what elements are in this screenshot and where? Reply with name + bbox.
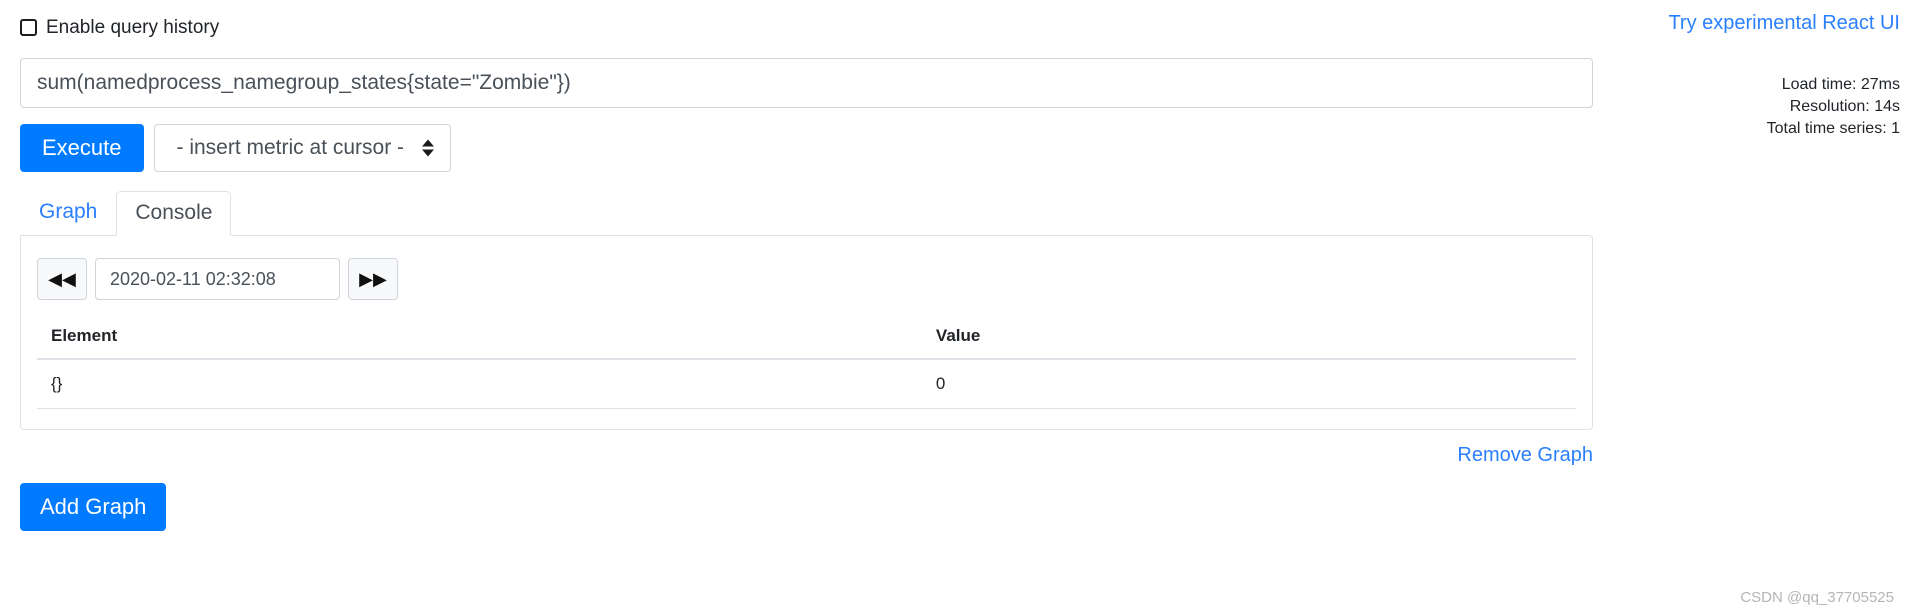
results-table-head: Element Value: [37, 326, 1576, 361]
column-header-element: Element: [37, 326, 922, 361]
results-table: Element Value {} 0: [37, 326, 1576, 410]
time-navigation: ◀◀ 2020-02-11 02:32:08 ▶▶: [37, 258, 1576, 301]
enable-query-history-toggle[interactable]: Enable query history: [20, 18, 219, 37]
remove-graph-row: Remove Graph: [20, 444, 1593, 467]
insert-metric-select[interactable]: - insert metric at cursor -: [153, 124, 452, 172]
watermark: CSDN @qq_37705525: [1740, 589, 1894, 606]
query-history-label: Enable query history: [46, 17, 220, 38]
resolution-stat: Resolution: 14s: [1789, 98, 1900, 115]
insert-metric-select-value: - insert metric at cursor -: [176, 136, 405, 159]
try-react-ui-link[interactable]: Try experimental React UI: [1668, 12, 1900, 35]
expression-input-wrapper: sum(namedprocess_namegroup_states{state=…: [20, 58, 1593, 108]
execute-row: Execute - insert metric at cursor -: [20, 124, 1900, 172]
column-header-value: Value: [921, 326, 1576, 361]
add-graph-button[interactable]: Add Graph: [20, 483, 167, 532]
prometheus-expression-browser: Enable query history Try experimental Re…: [0, 0, 1920, 614]
cell-value: 0: [921, 359, 1576, 410]
query-history-checkbox[interactable]: [20, 19, 37, 36]
tab-console[interactable]: Console: [116, 191, 232, 237]
console-panel: ◀◀ 2020-02-11 02:32:08 ▶▶ Element Value …: [20, 235, 1593, 431]
total-time-series-stat: Total time series: 1: [1766, 120, 1900, 137]
chevron-updown-icon: [422, 139, 435, 157]
remove-graph-link[interactable]: Remove Graph: [1457, 444, 1593, 466]
table-row: {} 0: [37, 359, 1576, 410]
table-header-row: Element Value: [37, 326, 1576, 361]
evaluation-time-input[interactable]: 2020-02-11 02:32:08: [95, 258, 340, 301]
query-stats: Load time: 27ms Resolution: 14s Total ti…: [1767, 74, 1900, 140]
load-time-stat: Load time: 27ms: [1781, 76, 1900, 93]
cell-element: {}: [37, 359, 922, 410]
expression-input[interactable]: sum(namedprocess_namegroup_states{state=…: [20, 58, 1593, 108]
step-forward-icon[interactable]: ▶▶: [348, 258, 398, 301]
tab-graph[interactable]: Graph: [20, 190, 116, 235]
view-tabs: Graph Console: [20, 190, 1900, 237]
execute-button[interactable]: Execute: [20, 124, 144, 172]
step-backward-icon[interactable]: ◀◀: [37, 258, 87, 301]
top-bar: Enable query history Try experimental Re…: [20, 0, 1900, 46]
results-table-body: {} 0: [37, 359, 1576, 410]
